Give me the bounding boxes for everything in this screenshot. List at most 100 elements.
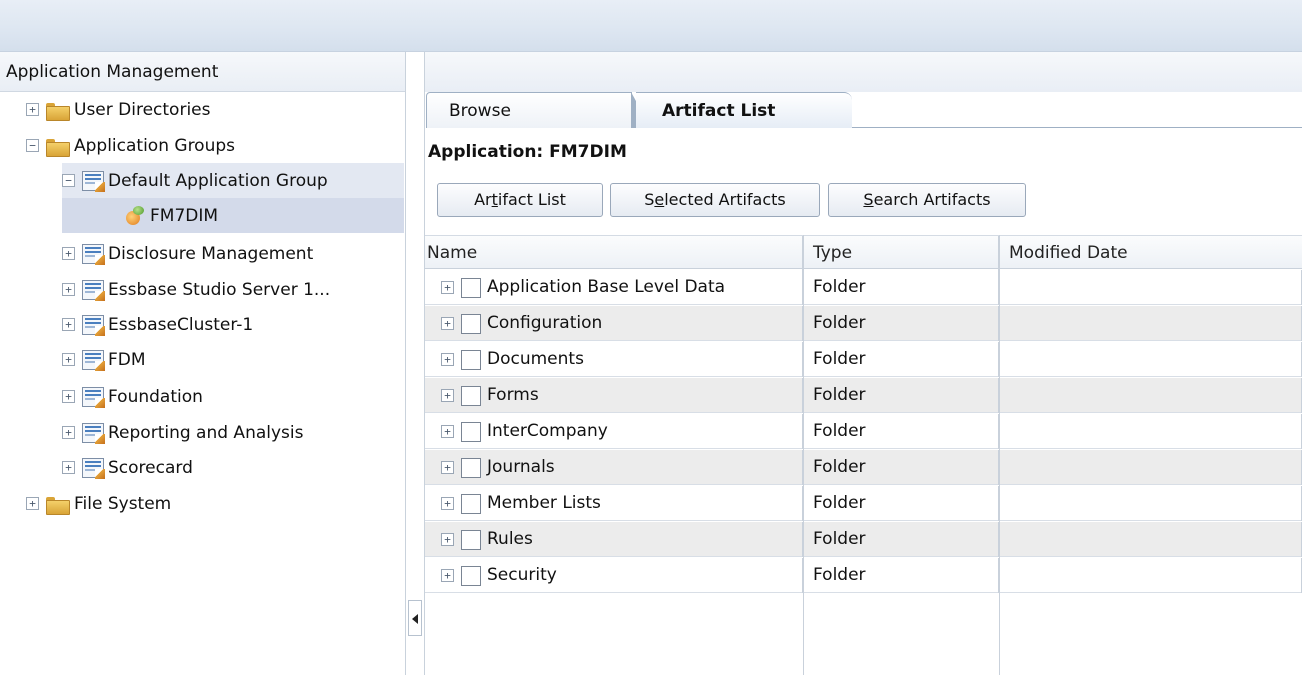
- search-artifacts-button[interactable]: Search Artifacts: [828, 183, 1026, 217]
- tab-browse[interactable]: Browse: [426, 92, 651, 128]
- expand-icon[interactable]: +: [62, 390, 75, 403]
- table-row[interactable]: + Configuration Folder: [425, 306, 1302, 341]
- expand-icon[interactable]: +: [62, 318, 75, 331]
- folder-icon: [46, 137, 70, 157]
- column-header-name[interactable]: Name: [425, 236, 803, 270]
- tree-item-label: File System: [74, 493, 172, 514]
- type-cell: Folder: [803, 414, 999, 449]
- tree-item-label: Default Application Group: [108, 170, 328, 191]
- table-row[interactable]: + Documents Folder: [425, 342, 1302, 377]
- row-checkbox[interactable]: [461, 385, 481, 406]
- expand-icon[interactable]: +: [441, 425, 454, 438]
- expand-icon[interactable]: +: [62, 353, 75, 366]
- expand-icon[interactable]: +: [441, 353, 454, 366]
- collapse-icon[interactable]: −: [62, 174, 75, 187]
- modified-date-cell: [999, 378, 1302, 413]
- expand-icon[interactable]: +: [441, 569, 454, 582]
- application-group-icon: [82, 243, 105, 265]
- table-row[interactable]: + Rules Folder: [425, 522, 1302, 557]
- tree-item-essbasecluster-1[interactable]: + EssbaseCluster-1: [62, 307, 253, 342]
- row-checkbox[interactable]: [461, 457, 481, 478]
- artifact-name: Journals: [487, 457, 555, 477]
- table-row[interactable]: + Forms Folder: [425, 378, 1302, 413]
- expand-icon[interactable]: +: [441, 317, 454, 330]
- type-cell: Folder: [803, 306, 999, 341]
- tab-artifact-list[interactable]: Artifact List: [636, 92, 852, 128]
- artifact-list-button[interactable]: Artifact List: [437, 183, 603, 217]
- tree-item-file-system[interactable]: + File System: [26, 486, 171, 521]
- tree-item-reporting-and-analysis[interactable]: + Reporting and Analysis: [62, 415, 303, 450]
- tree-item-disclosure-management[interactable]: + Disclosure Management: [62, 236, 313, 271]
- tree-item-label: FM7DIM: [150, 205, 219, 226]
- expand-icon[interactable]: +: [441, 497, 454, 510]
- name-cell: + Application Base Level Data: [425, 270, 803, 305]
- tree-item-label: Foundation: [108, 386, 203, 407]
- artifact-name: Member Lists: [487, 493, 601, 513]
- artifact-name: Documents: [487, 349, 584, 369]
- collapse-panel-button[interactable]: [408, 600, 422, 636]
- tree-item-foundation[interactable]: + Foundation: [62, 379, 203, 414]
- application-title: Application: FM7DIM: [428, 142, 627, 162]
- row-checkbox[interactable]: [461, 277, 481, 298]
- tree-item-fm7dim[interactable]: FM7DIM: [62, 198, 404, 233]
- artifact-name: Security: [487, 565, 557, 585]
- name-cell: + InterCompany: [425, 414, 803, 449]
- application-icon: [124, 205, 146, 227]
- column-divider: [803, 235, 804, 675]
- table-row[interactable]: + Member Lists Folder: [425, 486, 1302, 521]
- name-cell: + Member Lists: [425, 486, 803, 521]
- expand-icon[interactable]: +: [441, 461, 454, 474]
- tree-item-label: Disclosure Management: [108, 243, 314, 264]
- column-header-modified-date[interactable]: Modified Date: [999, 236, 1302, 270]
- table-row[interactable]: + Application Base Level Data Folder: [425, 270, 1302, 305]
- application-group-icon: [82, 386, 105, 408]
- row-checkbox[interactable]: [461, 313, 481, 334]
- modified-date-cell: [999, 522, 1302, 557]
- tree-item-application-groups[interactable]: − Application Groups: [26, 128, 235, 163]
- row-checkbox[interactable]: [461, 493, 481, 514]
- column-header-type[interactable]: Type: [803, 236, 999, 270]
- table-row[interactable]: + InterCompany Folder: [425, 414, 1302, 449]
- artifact-name: Configuration: [487, 313, 603, 333]
- expand-icon[interactable]: +: [441, 281, 454, 294]
- row-checkbox[interactable]: [461, 421, 481, 442]
- expand-icon[interactable]: +: [62, 247, 75, 260]
- tab-divider: [852, 127, 1302, 128]
- row-checkbox[interactable]: [461, 349, 481, 370]
- table-row[interactable]: + Security Folder: [425, 558, 1302, 593]
- row-checkbox[interactable]: [461, 529, 481, 550]
- expand-icon[interactable]: +: [62, 426, 75, 439]
- expand-icon[interactable]: +: [441, 533, 454, 546]
- name-cell: + Rules: [425, 522, 803, 557]
- modified-date-cell: [999, 558, 1302, 593]
- application-group-icon: [82, 349, 105, 371]
- selected-artifacts-button[interactable]: Selected Artifacts: [610, 183, 820, 217]
- tree-item-essbase-studio-server[interactable]: + Essbase Studio Server 1...: [62, 272, 330, 307]
- tree-item-label: User Directories: [74, 99, 211, 120]
- name-cell: + Documents: [425, 342, 803, 377]
- type-cell: Folder: [803, 486, 999, 521]
- expand-icon[interactable]: +: [62, 461, 75, 474]
- expand-icon[interactable]: +: [26, 497, 39, 510]
- modified-date-cell: [999, 342, 1302, 377]
- expand-icon[interactable]: +: [441, 389, 454, 402]
- tree-item-label: Essbase Studio Server 1...: [108, 279, 331, 300]
- tree-item-label: EssbaseCluster-1: [108, 314, 254, 335]
- application-group-icon: [82, 314, 105, 336]
- tree-item-fdm[interactable]: + FDM: [62, 342, 146, 377]
- collapse-icon[interactable]: −: [26, 139, 39, 152]
- folder-icon: [46, 101, 70, 121]
- tree-item-user-directories[interactable]: + User Directories: [26, 92, 210, 127]
- tree-item-scorecard[interactable]: + Scorecard: [62, 450, 193, 485]
- expand-icon[interactable]: +: [62, 283, 75, 296]
- application-group-icon: [82, 279, 105, 301]
- type-cell: Folder: [803, 450, 999, 485]
- expand-icon[interactable]: +: [26, 103, 39, 116]
- type-cell: Folder: [803, 378, 999, 413]
- table-row[interactable]: + Journals Folder: [425, 450, 1302, 485]
- tree-item-label: Scorecard: [108, 457, 193, 478]
- name-cell: + Configuration: [425, 306, 803, 341]
- row-checkbox[interactable]: [461, 565, 481, 586]
- modified-date-cell: [999, 450, 1302, 485]
- tree-item-default-application-group[interactable]: − Default Application Group: [62, 163, 404, 198]
